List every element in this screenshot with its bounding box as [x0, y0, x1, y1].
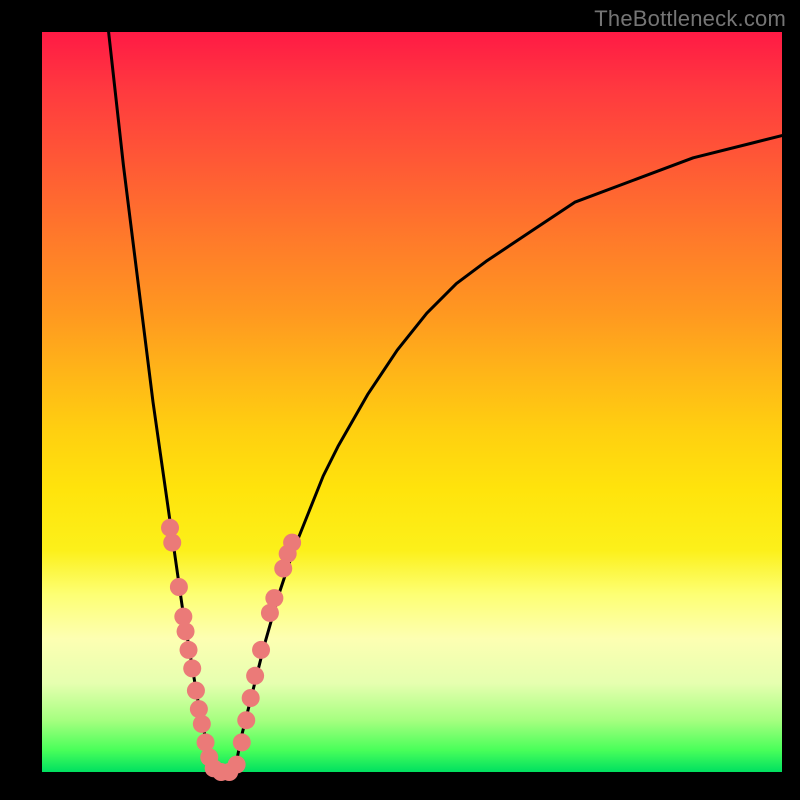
data-point [163, 534, 181, 552]
watermark-text: TheBottleneck.com [594, 6, 786, 32]
data-point [228, 756, 246, 774]
data-point [180, 641, 198, 659]
series-right-branch [234, 136, 782, 772]
chart-frame: TheBottleneck.com [0, 0, 800, 800]
data-point [170, 578, 188, 596]
data-point [233, 733, 251, 751]
plot-area [42, 32, 782, 772]
data-point [190, 700, 208, 718]
data-point [193, 715, 211, 733]
data-point [183, 659, 201, 677]
data-point [237, 711, 255, 729]
data-point [283, 534, 301, 552]
chart-svg [42, 32, 782, 772]
data-point [242, 689, 260, 707]
data-point [177, 622, 195, 640]
data-point [252, 641, 270, 659]
data-point [246, 667, 264, 685]
data-point [187, 682, 205, 700]
curve-lines [109, 32, 782, 772]
scatter-points [161, 519, 301, 781]
data-point [265, 589, 283, 607]
